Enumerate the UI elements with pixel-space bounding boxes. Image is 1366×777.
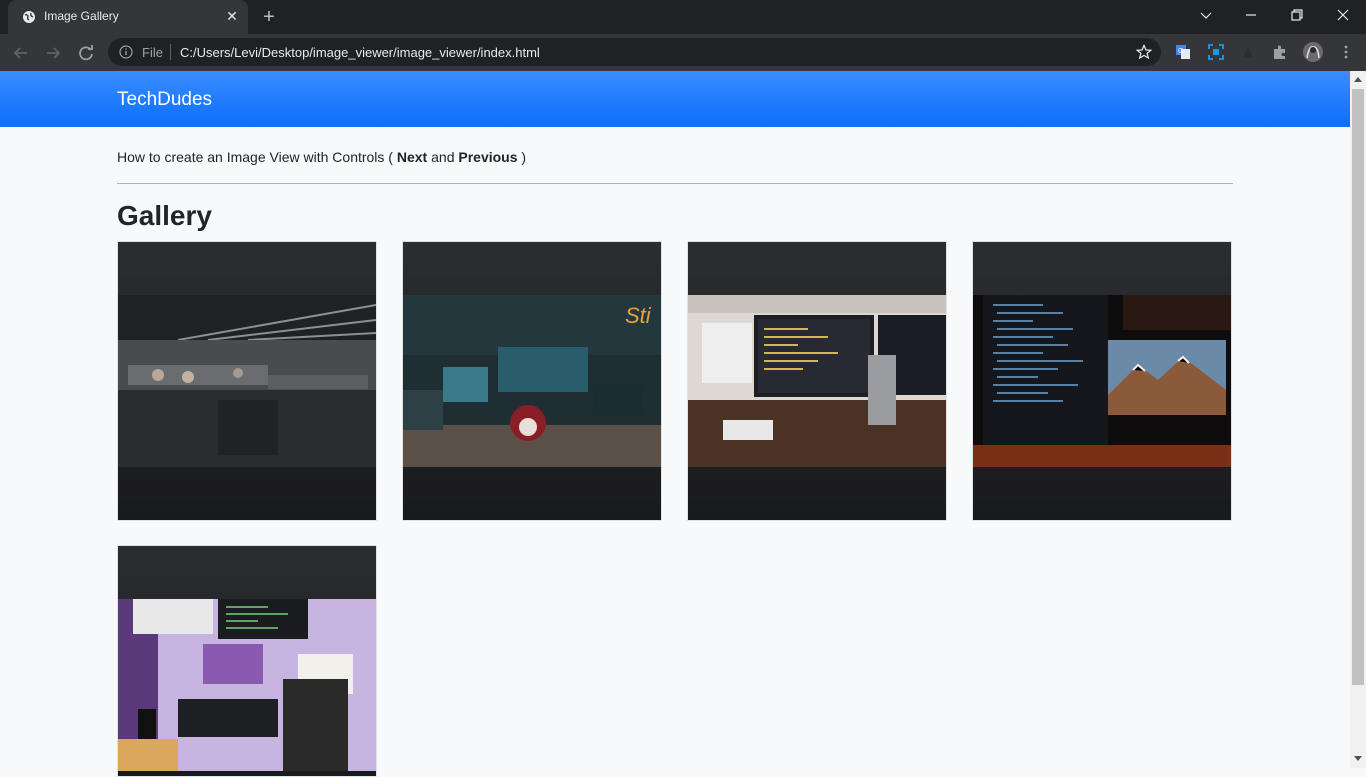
- address-bar[interactable]: File C:/Users/Levi/Desktop/image_viewer/…: [108, 38, 1161, 66]
- browser-toolbar: File C:/Users/Levi/Desktop/image_viewer/…: [0, 34, 1366, 71]
- hacker-desk-photo[interactable]: Sti: [403, 295, 661, 467]
- extension-icon[interactable]: [1240, 44, 1256, 60]
- brand-link[interactable]: TechDudes: [117, 89, 212, 111]
- minimize-icon[interactable]: [1228, 0, 1273, 30]
- puzzle-icon[interactable]: [1272, 44, 1288, 60]
- intro-previous: Previous: [458, 149, 518, 165]
- translate-icon[interactable]: G: [1175, 44, 1191, 60]
- gallery-title: Gallery: [117, 200, 212, 231]
- bookmark-star-icon[interactable]: [1136, 44, 1152, 60]
- tab-title: Image Gallery: [44, 9, 119, 23]
- svg-text:Sti: Sti: [625, 303, 652, 328]
- site-navbar: TechDudes: [0, 71, 1350, 127]
- office-workspace-photo[interactable]: [118, 295, 376, 467]
- intro-suffix: ): [517, 149, 527, 165]
- gallery-card-2[interactable]: Sti: [402, 241, 662, 521]
- address-url[interactable]: C:/Users/Levi/Desktop/image_viewer/image…: [180, 45, 540, 60]
- intro-and: and: [427, 149, 459, 165]
- scroll-thumb[interactable]: [1352, 89, 1364, 685]
- back-arrow-icon[interactable]: [10, 42, 32, 64]
- gallery-card-1[interactable]: [117, 241, 377, 521]
- page-scrollbar[interactable]: [1350, 71, 1366, 768]
- svg-text:G: G: [1178, 48, 1183, 55]
- scroll-up-icon[interactable]: [1354, 77, 1362, 82]
- gallery-card-5[interactable]: [117, 545, 377, 777]
- forward-arrow-icon[interactable]: [42, 42, 64, 64]
- divider: [117, 183, 1233, 184]
- intro-text: How to create an Image View with Control…: [117, 149, 526, 165]
- address-scheme: File: [142, 45, 163, 60]
- reload-icon[interactable]: [75, 42, 97, 64]
- intro-prefix: How to create an Image View with Control…: [117, 149, 397, 165]
- browser-tab-strip: Image Gallery ✕ +: [0, 0, 1366, 34]
- gallery-card-4[interactable]: [972, 241, 1232, 521]
- tab-search-icon[interactable]: [1183, 0, 1228, 30]
- menu-dots-icon[interactable]: [1338, 44, 1354, 60]
- close-window-icon[interactable]: [1320, 0, 1365, 30]
- dual-monitor-desk-photo[interactable]: [688, 295, 946, 467]
- info-icon[interactable]: [119, 45, 133, 59]
- code-monitor-mountain-photo[interactable]: [973, 295, 1231, 467]
- intro-next: Next: [396, 149, 428, 165]
- screen-capture-icon[interactable]: [1208, 44, 1224, 60]
- gallery-card-3[interactable]: [687, 241, 947, 521]
- address-separator: [170, 44, 171, 60]
- avatar[interactable]: [1302, 41, 1324, 63]
- browser-tab[interactable]: Image Gallery ✕: [8, 0, 248, 34]
- globe-icon: [23, 11, 35, 23]
- scroll-down-icon[interactable]: [1354, 756, 1362, 761]
- topdown-desk-photo[interactable]: [118, 599, 376, 771]
- restore-icon[interactable]: [1274, 0, 1319, 30]
- close-tab-icon[interactable]: ✕: [224, 8, 240, 24]
- new-tab-icon[interactable]: +: [258, 6, 280, 28]
